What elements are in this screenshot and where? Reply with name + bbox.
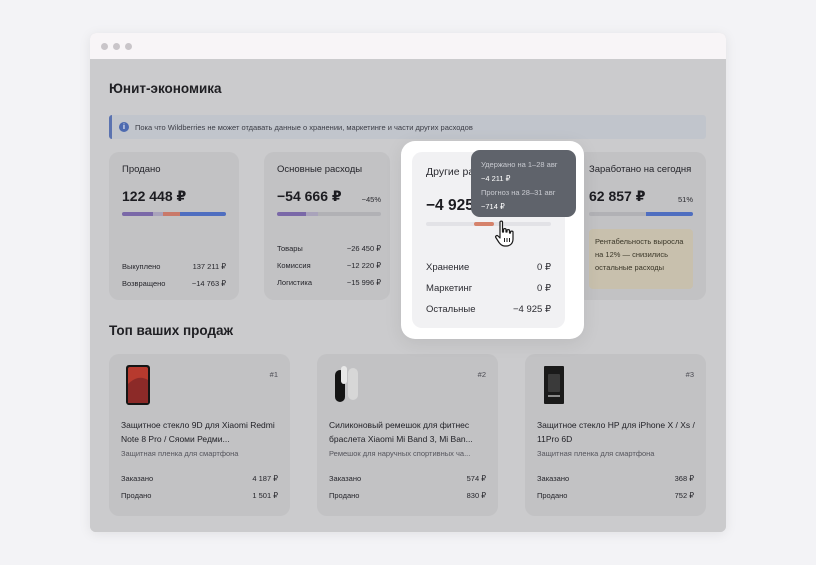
info-icon: i — [119, 122, 129, 132]
sold-card-value: 122 448 ₽ — [122, 188, 187, 204]
earned-today-bar — [589, 212, 693, 216]
product-sold-row: Продано 830 ₽ — [329, 491, 486, 500]
sold-label: Продано — [537, 491, 568, 500]
row-label: Возвращено — [122, 279, 166, 288]
product-name[interactable]: Силиконовый ремешок для фитнес браслета … — [329, 418, 489, 446]
other-expenses-bar[interactable] — [426, 222, 551, 226]
product-rank: #3 — [685, 370, 694, 379]
ordered-value: 574 ₽ — [466, 474, 486, 483]
product-rank: #2 — [477, 370, 486, 379]
main-expenses-row: Товары −26 450 ₽ — [277, 244, 381, 253]
sold-value: 830 ₽ — [466, 491, 486, 500]
window-dot-icon[interactable] — [113, 42, 120, 50]
sold-progress-bar — [122, 212, 226, 216]
main-expenses-value: −54 666 ₽ — [277, 188, 342, 204]
sold-card[interactable]: Продано 122 448 ₽ Выкуплено 137 211 ₽ Во… — [109, 152, 239, 300]
earned-today-value: 62 857 ₽ — [589, 188, 646, 204]
bar-segment — [122, 212, 154, 216]
product-category: Ремешок для наручных спортивных ча... — [329, 449, 471, 458]
product-ordered-row: Заказано 4 187 ₽ — [121, 474, 278, 483]
sold-card-label: Продано — [122, 164, 161, 175]
product-card[interactable]: #1 Защитное стекло 9D для Xiaomi Redmi N… — [109, 354, 290, 516]
row-value: 0 ₽ — [537, 262, 551, 273]
profitability-note: Рентабельность выросла на 12% — снизилис… — [589, 229, 693, 289]
row-label: Остальные — [426, 304, 476, 315]
main-expenses-row: Логистика −15 996 ₽ — [277, 278, 381, 287]
row-label: Выкуплено — [122, 262, 161, 271]
main-expenses-card[interactable]: Основные расходы −54 666 ₽ −45% Товары −… — [264, 152, 390, 300]
row-value: −14 763 ₽ — [191, 279, 226, 288]
row-value: −12 220 ₽ — [346, 261, 381, 270]
sold-row: Выкуплено 137 211 ₽ — [122, 262, 226, 271]
earned-today-label: Заработано на сегодня — [589, 164, 692, 175]
row-label: Товары — [277, 244, 303, 253]
bar-segment — [589, 212, 646, 216]
row-label: Маркетинг — [426, 283, 473, 294]
sold-label: Продано — [329, 491, 360, 500]
bar-segment — [180, 212, 226, 216]
bar-segment — [162, 212, 181, 216]
main-expenses-row: Комиссия −12 220 ₽ — [277, 261, 381, 270]
earned-today-card[interactable]: Заработано на сегодня 62 857 ₽ 51% Рента… — [576, 152, 706, 300]
bar-segment — [277, 212, 307, 216]
main-expenses-label: Основные расходы — [277, 164, 363, 175]
product-name[interactable]: Защитное стекло 9D для Xiaomi Redmi Note… — [121, 418, 281, 446]
row-value: −26 450 ₽ — [346, 244, 381, 253]
expense-tooltip: Удержано на 1–28 авг −4 211 ₽ Прогноз на… — [471, 150, 576, 217]
other-expenses-bar-segment[interactable] — [474, 222, 494, 226]
tooltip-held-value: −4 211 ₽ — [481, 174, 511, 183]
tooltip-forecast-value: −714 ₽ — [481, 202, 505, 211]
product-sold-row: Продано 1 501 ₽ — [121, 491, 278, 500]
phone-thumbnail-icon — [126, 365, 150, 405]
product-card[interactable]: #3 Защитное стекло HP для iPhone X / Xs … — [525, 354, 706, 516]
row-value: 0 ₽ — [537, 283, 551, 294]
main-expenses-percent: −45% — [361, 195, 381, 204]
bar-segment — [646, 212, 693, 216]
glass-package-thumbnail-icon — [544, 366, 564, 404]
row-value: −15 996 ₽ — [346, 278, 381, 287]
page-title: Юнит-экономика — [109, 81, 222, 96]
product-rank: #1 — [269, 370, 278, 379]
product-ordered-row: Заказано 368 ₽ — [537, 474, 694, 483]
ordered-label: Заказано — [537, 474, 570, 483]
window-dot-icon[interactable] — [125, 42, 132, 50]
row-label: Хранение — [426, 262, 470, 273]
other-expenses-row: Хранение 0 ₽ — [426, 262, 551, 273]
product-sold-row: Продано 752 ₽ — [537, 491, 694, 500]
top-sales-title: Топ ваших продаж — [109, 323, 234, 338]
info-banner: i Пока что Wildberries не может отдавать… — [109, 115, 706, 139]
row-label: Логистика — [277, 278, 313, 287]
product-name[interactable]: Защитное стекло HP для iPhone X / Xs / 1… — [537, 418, 697, 446]
bar-segment — [306, 212, 318, 216]
other-expenses-row: Остальные −4 925 ₽ — [426, 304, 551, 315]
product-card[interactable]: #2 Силиконовый ремешок для фитнес брасле… — [317, 354, 498, 516]
sold-value: 752 ₽ — [674, 491, 694, 500]
ordered-label: Заказано — [121, 474, 154, 483]
row-value: −4 925 ₽ — [512, 304, 551, 315]
sold-label: Продано — [121, 491, 152, 500]
sold-value: 1 501 ₽ — [252, 491, 278, 500]
row-label: Комиссия — [277, 261, 311, 270]
hand-pointer-icon — [495, 220, 514, 247]
watch-strap-thumbnail-icon — [335, 366, 358, 402]
ordered-label: Заказано — [329, 474, 362, 483]
product-category: Защитная пленка для смартфона — [121, 449, 239, 458]
bar-segment — [153, 212, 163, 216]
window-dot-icon[interactable] — [101, 42, 108, 50]
ordered-value: 4 187 ₽ — [252, 474, 278, 483]
main-expenses-bar — [277, 212, 381, 216]
info-banner-text: Пока что Wildberries не может отдавать д… — [135, 122, 473, 132]
sold-row: Возвращено −14 763 ₽ — [122, 279, 226, 288]
earned-today-percent: 51% — [677, 195, 693, 204]
ordered-value: 368 ₽ — [674, 474, 694, 483]
other-expenses-row: Маркетинг 0 ₽ — [426, 283, 551, 294]
window-titlebar — [90, 33, 726, 59]
tooltip-held-label: Удержано на 1–28 авг — [481, 160, 558, 169]
row-value: 137 211 ₽ — [192, 262, 226, 271]
product-category: Защитная пленка для смартфона — [537, 449, 655, 458]
product-ordered-row: Заказано 574 ₽ — [329, 474, 486, 483]
tooltip-forecast-label: Прогноз на 28–31 авг — [481, 188, 556, 197]
